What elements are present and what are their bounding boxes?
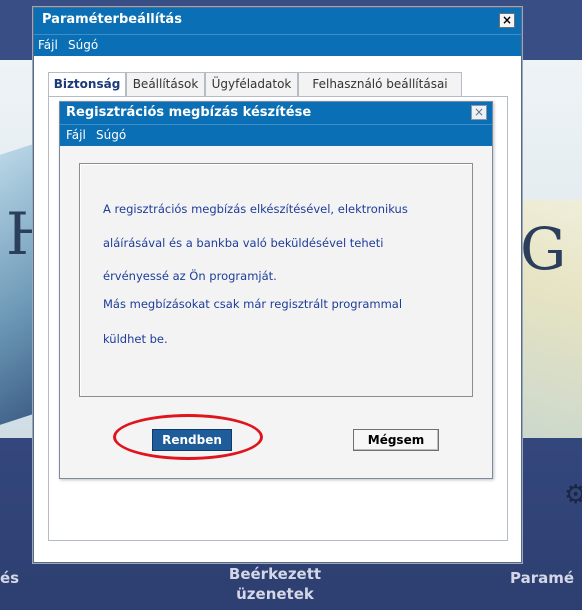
message-line: aláírásával és a bankba való beküldéséve…	[103, 236, 384, 250]
dialog-titlebar[interactable]: Regisztrációs megbízás készítése ×	[60, 102, 492, 124]
tab-security[interactable]: Biztonság	[48, 72, 126, 97]
message-line: A regisztrációs megbízás elkészítésével,…	[103, 202, 408, 216]
dialog-menu-file[interactable]: Fájl	[66, 128, 86, 142]
close-icon[interactable]: ×	[499, 13, 515, 28]
message-line: Más megbízásokat csak már regisztrált pr…	[103, 297, 403, 311]
cancel-button[interactable]: Mégsem	[353, 429, 439, 451]
dialog-menu-help[interactable]: Súgó	[96, 128, 126, 142]
nav-item-received-messages[interactable]: Beérkezett üzenetek	[210, 564, 340, 604]
dialog-title: Regisztrációs megbízás készítése	[66, 105, 312, 120]
menu-file[interactable]: Fájl	[38, 38, 58, 52]
ok-button[interactable]: Rendben	[152, 429, 232, 451]
nav-item-label-line1: Beérkezett	[228, 565, 322, 583]
nav-item-left-partial[interactable]: és	[0, 568, 19, 588]
tab-user-settings[interactable]: Felhasználó beállításai	[298, 72, 462, 96]
background-letter-right: G	[520, 215, 567, 283]
nav-item-label-line2: üzenetek	[236, 585, 314, 603]
nav-item-right-partial[interactable]: Paramé	[510, 568, 582, 588]
tab-client-data[interactable]: Ügyféladatok	[205, 72, 298, 96]
registration-dialog: Regisztrációs megbízás készítése × Fájl …	[59, 101, 493, 479]
message-line: küldhet be.	[103, 332, 168, 346]
dialog-menubar: Fájl Súgó	[60, 124, 492, 146]
tab-settings[interactable]: Beállítások	[126, 72, 205, 96]
message-line: érvényessé az Ön programját.	[103, 269, 277, 283]
close-icon[interactable]: ×	[471, 105, 487, 120]
menu-help[interactable]: Súgó	[68, 38, 98, 52]
window-titlebar[interactable]: Paraméterbeállítás ×	[34, 8, 521, 34]
window-menubar: Fájl Súgó	[34, 34, 521, 56]
window-title: Paraméterbeállítás	[42, 12, 182, 27]
gear-icon: ⚙	[564, 480, 582, 510]
message-box: A regisztrációs megbízás elkészítésével,…	[79, 163, 473, 397]
